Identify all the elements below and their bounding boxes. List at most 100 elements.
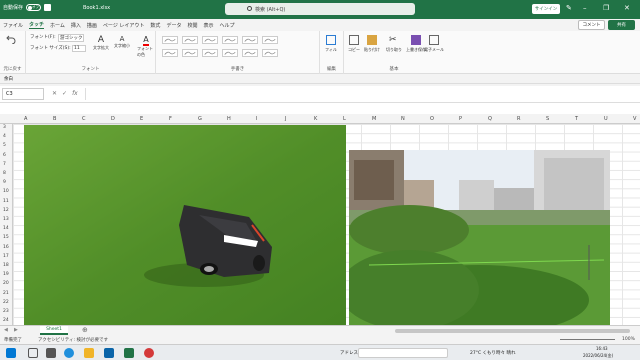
row-header[interactable]: 3: [3, 125, 6, 130]
column-header[interactable]: S: [546, 116, 549, 122]
horizontal-scrollbar[interactable]: [395, 329, 630, 333]
accessibility-status[interactable]: アクセシビリティ: 検討が必要です: [38, 337, 108, 343]
close-button[interactable]: ✕: [624, 4, 630, 12]
cancel-icon[interactable]: ✕: [52, 90, 57, 97]
column-header[interactable]: I: [256, 116, 257, 122]
prev-sheet-icon[interactable]: ◀: [4, 327, 8, 333]
fx-icon[interactable]: fx: [72, 90, 78, 97]
pen-style-6[interactable]: [262, 36, 278, 44]
pen-style-3[interactable]: [202, 36, 218, 44]
row-header[interactable]: 6: [3, 153, 6, 158]
address-bar[interactable]: [358, 348, 448, 358]
excel-icon[interactable]: [124, 348, 134, 358]
copy-button[interactable]: コピー: [348, 35, 360, 53]
pen-style-4[interactable]: [222, 36, 238, 44]
column-header[interactable]: V: [633, 116, 636, 122]
store-icon[interactable]: [104, 348, 114, 358]
pen-style-2[interactable]: [182, 36, 198, 44]
maximize-button[interactable]: ❐: [603, 4, 609, 12]
zoom-slider[interactable]: [560, 339, 615, 340]
undo-button[interactable]: [6, 34, 16, 46]
start-icon[interactable]: [6, 348, 16, 358]
clock-time[interactable]: 16:43: [596, 346, 608, 351]
cut-button[interactable]: ✂ 切り取り: [386, 35, 402, 53]
mower-photo[interactable]: [24, 125, 346, 325]
row-header[interactable]: 15: [3, 235, 9, 240]
row-header[interactable]: 22: [3, 300, 9, 305]
tab-review[interactable]: 校閲: [187, 22, 197, 29]
column-header[interactable]: J: [285, 116, 286, 122]
pen-style-7[interactable]: [162, 49, 178, 57]
minimize-button[interactable]: –: [583, 4, 587, 12]
clock-date[interactable]: 2022/06/24(金): [583, 353, 613, 359]
autosave-toggle[interactable]: オフ: [26, 4, 42, 11]
column-header[interactable]: F: [169, 116, 172, 122]
garden-photo[interactable]: [349, 150, 610, 325]
column-header[interactable]: H: [227, 116, 231, 122]
column-header[interactable]: E: [140, 116, 143, 122]
column-header[interactable]: A: [24, 116, 27, 122]
tab-view[interactable]: 表示: [203, 22, 213, 29]
row-header[interactable]: 17: [3, 254, 9, 259]
column-header[interactable]: L: [343, 116, 346, 122]
fill-button[interactable]: フィル: [325, 35, 337, 53]
margin-item[interactable]: 余白: [4, 76, 13, 82]
column-header[interactable]: U: [604, 116, 608, 122]
tab-help[interactable]: ヘルプ: [219, 22, 234, 29]
tab-formulas[interactable]: 数式: [150, 22, 160, 29]
tab-insert[interactable]: 挿入: [71, 22, 81, 29]
share-button[interactable]: 共有: [608, 20, 635, 30]
pen-style-8[interactable]: [182, 49, 198, 57]
taskview-icon[interactable]: [46, 348, 56, 358]
row-header[interactable]: 21: [3, 291, 9, 296]
pen-style-5[interactable]: [242, 36, 258, 44]
zoom-level[interactable]: 100%: [622, 337, 635, 342]
signin-button[interactable]: サインイン: [532, 4, 560, 14]
font-size-input[interactable]: 11: [72, 45, 86, 52]
tab-touch[interactable]: タッチ: [29, 21, 45, 29]
column-header[interactable]: Q: [488, 116, 492, 122]
tab-data[interactable]: データ: [166, 22, 181, 29]
column-header[interactable]: T: [575, 116, 578, 122]
sheet-tab-sheet1[interactable]: Sheet1: [40, 326, 68, 335]
column-header[interactable]: R: [517, 116, 520, 122]
confirm-icon[interactable]: ✓: [62, 90, 67, 97]
formula-input[interactable]: [85, 88, 635, 100]
row-header[interactable]: 23: [3, 309, 9, 314]
row-header[interactable]: 7: [3, 162, 6, 167]
row-header[interactable]: 11: [3, 199, 9, 204]
column-header[interactable]: M: [372, 116, 376, 122]
app-icon[interactable]: [144, 348, 154, 358]
comment-button[interactable]: コメント: [578, 20, 605, 30]
row-header[interactable]: 5: [3, 143, 6, 148]
row-header[interactable]: 4: [3, 134, 6, 139]
pen-style-11[interactable]: [242, 49, 258, 57]
column-header[interactable]: C: [82, 116, 86, 122]
search-taskbar-icon[interactable]: [28, 348, 38, 358]
tab-file[interactable]: ファイル: [3, 22, 23, 29]
row-header[interactable]: 24: [3, 318, 9, 323]
file-name[interactable]: Book1.xlsx: [83, 5, 110, 11]
column-header[interactable]: D: [111, 116, 115, 122]
tab-home[interactable]: ホーム: [50, 22, 65, 29]
row-header[interactable]: 18: [3, 263, 9, 268]
column-header[interactable]: K: [314, 116, 317, 122]
edge-icon[interactable]: [64, 348, 74, 358]
row-header[interactable]: 9: [3, 180, 6, 185]
font-color-button[interactable]: A フォントの色: [137, 35, 155, 58]
row-header[interactable]: 14: [3, 226, 9, 231]
name-box[interactable]: C3: [2, 88, 44, 100]
paste-button[interactable]: 貼り付け: [364, 35, 380, 53]
column-header[interactable]: N: [401, 116, 405, 122]
email-button[interactable]: 電子メール: [424, 35, 444, 53]
search-box[interactable]: 検索 (Alt+Q): [225, 3, 415, 15]
tab-page-layout[interactable]: ページ レイアウト: [103, 22, 145, 29]
column-header[interactable]: G: [198, 116, 202, 122]
pen-icon[interactable]: ✎: [566, 4, 572, 12]
tab-draw[interactable]: 描画: [87, 22, 97, 29]
weather[interactable]: 27°C くもり時々 晴れ: [470, 350, 515, 356]
pen-style-10[interactable]: [222, 49, 238, 57]
shrink-font-button[interactable]: A 文字縮小: [114, 35, 130, 49]
row-header[interactable]: 12: [3, 208, 9, 213]
save-icon[interactable]: [44, 4, 52, 11]
